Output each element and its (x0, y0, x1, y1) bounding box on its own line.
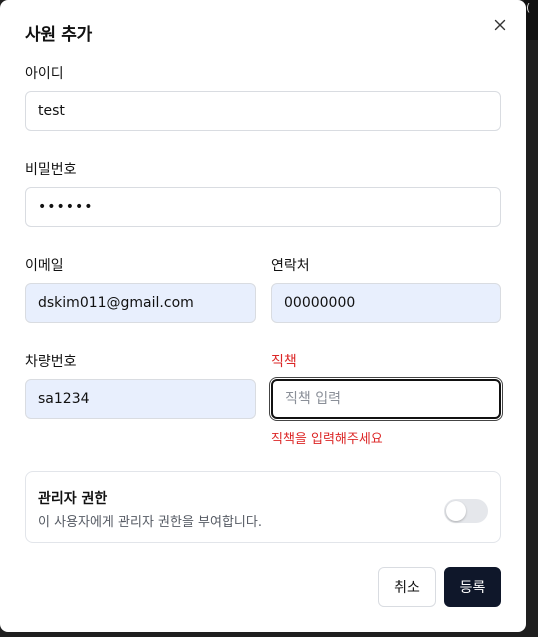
add-employee-dialog: 사원 추가 아이디 비밀번호 이메일 연락처 차량번호 직책 직책을 입력해주세… (0, 0, 526, 632)
toggle-knob (446, 501, 466, 521)
close-button[interactable] (490, 15, 510, 35)
car-number-label: 차량번호 (25, 354, 77, 370)
password-input[interactable] (25, 187, 501, 227)
car-number-input[interactable] (25, 379, 256, 419)
admin-permission-description: 이 사용자에게 관리자 권한을 부여합니다. (38, 515, 262, 530)
close-icon (494, 19, 506, 31)
position-error-message: 직책을 입력해주세요 (271, 432, 383, 447)
cancel-button[interactable]: 취소 (378, 567, 436, 607)
position-input[interactable] (271, 379, 501, 419)
email-label: 이메일 (25, 258, 64, 274)
submit-button[interactable]: 등록 (444, 567, 501, 607)
dialog-title: 사원 추가 (25, 25, 92, 45)
admin-permission-card: 관리자 권한 이 사용자에게 관리자 권한을 부여합니다. (25, 471, 501, 543)
password-label: 비밀번호 (25, 162, 77, 178)
position-label: 직책 (271, 354, 297, 370)
email-input[interactable] (25, 283, 256, 323)
admin-permission-title: 관리자 권한 (38, 491, 108, 507)
background-corner-text: ( (524, 0, 538, 40)
admin-permission-toggle[interactable] (444, 499, 488, 523)
id-input[interactable] (25, 91, 501, 131)
phone-label: 연락처 (271, 258, 310, 274)
phone-input[interactable] (271, 283, 501, 323)
id-label: 아이디 (25, 66, 64, 82)
